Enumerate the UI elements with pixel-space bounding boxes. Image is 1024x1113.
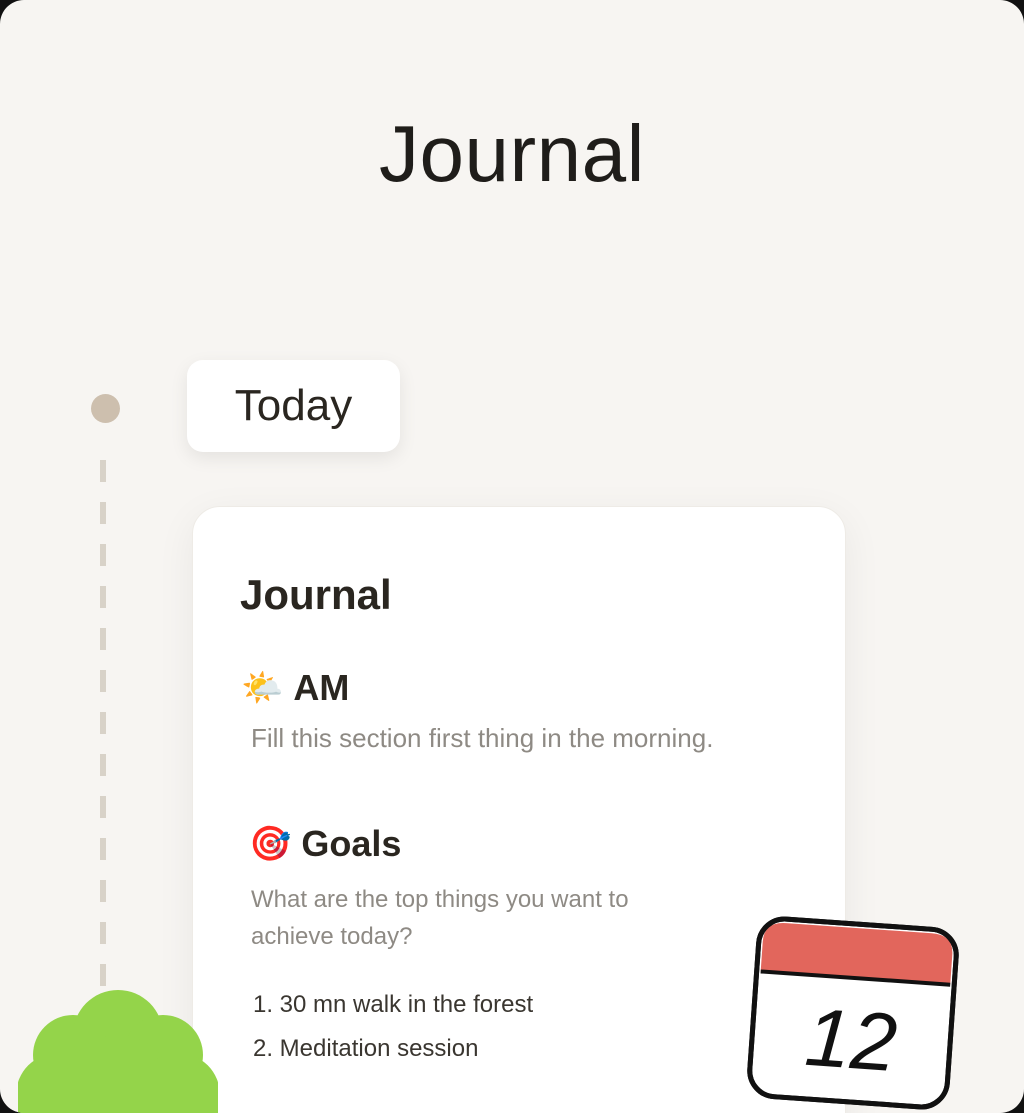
card-title: Journal	[240, 571, 392, 618]
list-item[interactable]: 2. Meditation session	[253, 1027, 533, 1071]
bush-illustration	[18, 990, 218, 1113]
goals-description: What are the top things you want to achi…	[251, 886, 629, 950]
timeline-dashed-line	[100, 460, 106, 1020]
today-label-text: Today	[234, 381, 353, 430]
list-item[interactable]: 1. 30 mn walk in the forest	[253, 983, 533, 1027]
sun-behind-cloud-icon: 🌤️	[241, 669, 284, 707]
am-heading-label: AM	[293, 667, 350, 708]
calendar-day-number: 12	[802, 992, 899, 1089]
am-section-heading: 🌤️ AM	[241, 667, 349, 709]
goals-list: 1. 30 mn walk in the forest 2. Meditatio…	[253, 983, 533, 1071]
goals-heading-label: Goals	[301, 823, 402, 864]
am-description: Fill this section first thing in the mor…	[251, 723, 714, 753]
journal-frame: Journal Today Journal 🌤️ AM Fill this se…	[0, 0, 1024, 1113]
goals-section-heading: 🎯 Goals	[249, 823, 401, 865]
calendar-icon: 12	[747, 916, 959, 1110]
direct-hit-icon: 🎯	[249, 825, 292, 863]
today-label[interactable]: Today	[187, 360, 400, 452]
timeline-dot	[91, 394, 120, 423]
page-title: Journal	[379, 109, 645, 198]
